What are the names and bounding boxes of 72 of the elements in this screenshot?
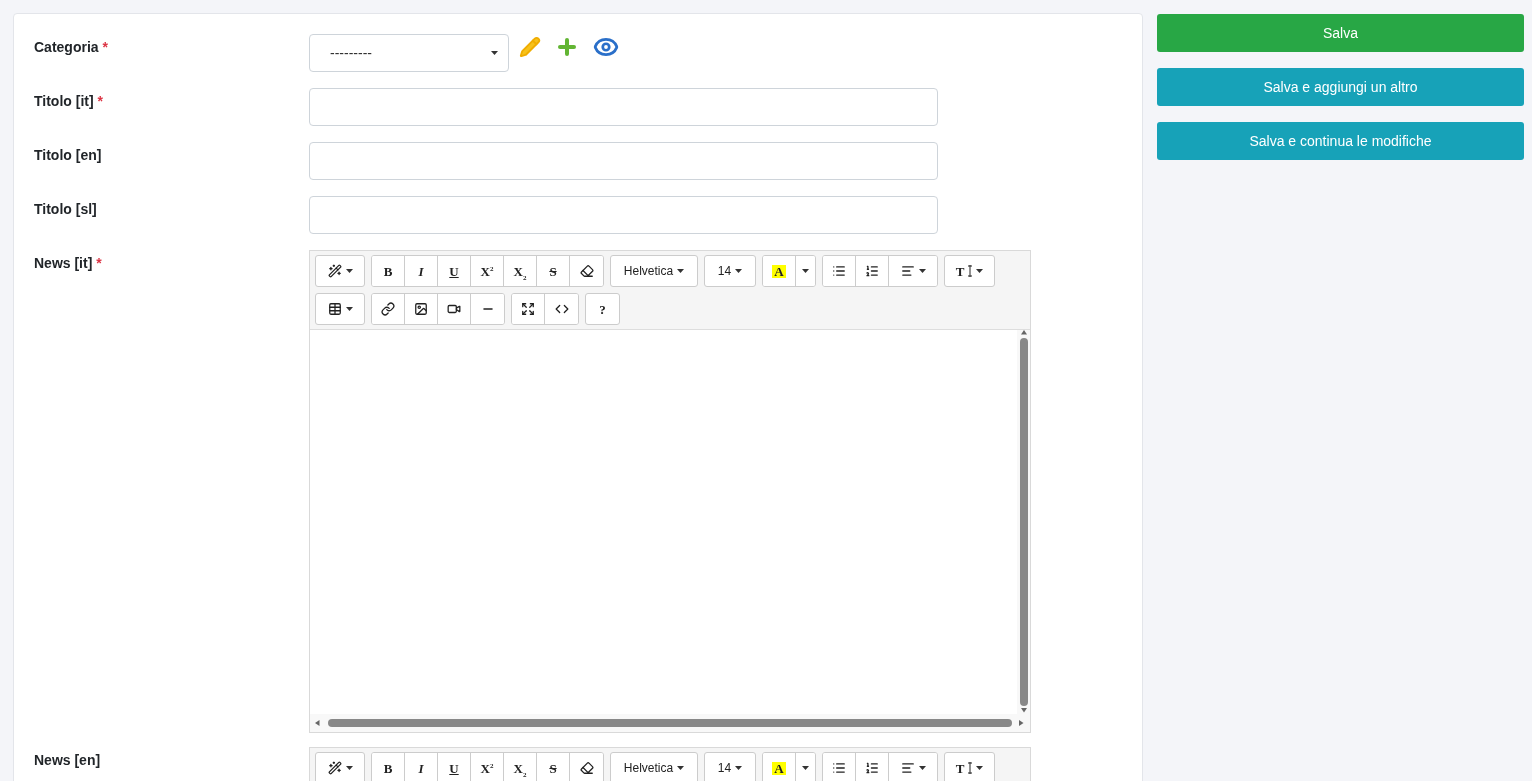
magic-style-button[interactable] (315, 752, 365, 781)
font-family-dropdown[interactable]: Helvetica (610, 255, 698, 287)
caret-icon (802, 269, 809, 273)
caret-icon (345, 269, 353, 273)
caret-icon (976, 766, 984, 770)
caret-icon (345, 766, 353, 770)
code-icon (554, 302, 569, 316)
bullet-list-icon (832, 761, 846, 775)
required-mark: * (96, 255, 102, 271)
input-field[interactable] (309, 196, 938, 234)
eraser-icon (579, 761, 594, 775)
text-color-button[interactable]: A (763, 256, 796, 286)
bold-button[interactable]: B (372, 256, 405, 286)
help-button[interactable]: ? (585, 293, 620, 325)
caret-icon (735, 269, 743, 273)
text-color-button[interactable]: A (763, 753, 796, 781)
required-mark: * (97, 93, 104, 109)
video-icon (447, 302, 461, 316)
line-height-button[interactable]: T (944, 752, 995, 781)
scroll-left-arrow-icon[interactable] (314, 720, 322, 726)
field-label: News [en] (34, 751, 102, 768)
field-label: Titolo [it] * (34, 92, 105, 109)
bullet-list-button[interactable] (823, 753, 856, 781)
field-label: News [it] * (34, 254, 103, 271)
scroll-down-arrow-icon[interactable] (1019, 708, 1028, 714)
fullscreen-button[interactable] (512, 294, 545, 324)
magic-style-button[interactable] (315, 255, 365, 287)
image-icon (414, 302, 428, 316)
caret-icon (976, 269, 984, 273)
font-family-dropdown[interactable]: Helvetica (610, 752, 698, 781)
bullet-list-icon (832, 264, 846, 278)
input-field[interactable] (309, 142, 938, 180)
bold-button[interactable]: B (372, 753, 405, 781)
caret-icon (802, 766, 809, 770)
field-label: Titolo [en] (34, 146, 103, 163)
caret-icon (345, 307, 353, 311)
horizontal-scrollbar[interactable] (310, 714, 1030, 732)
text-height-icon (968, 762, 973, 774)
bullet-list-button[interactable] (823, 256, 856, 286)
eraser-icon (579, 264, 594, 278)
caret-icon (918, 766, 926, 770)
magic-wand-icon (327, 264, 342, 278)
magic-wand-icon (327, 761, 342, 775)
link-icon (381, 302, 395, 316)
table-icon (327, 302, 342, 316)
vertical-scrollbar[interactable] (1017, 330, 1030, 714)
caret-icon (677, 766, 685, 770)
field-label: Titolo [sl] (34, 200, 98, 217)
category-select[interactable]: --------- (309, 34, 509, 72)
align-icon (900, 264, 915, 278)
align-icon (900, 761, 915, 775)
line-height-button[interactable]: T (944, 255, 995, 287)
scroll-right-arrow-icon[interactable] (1018, 720, 1026, 726)
caret-icon (677, 269, 685, 273)
rich-text-editor[interactable]: B I U X$^{2}$ X$_{2}$ S Helvetica 14 A T (309, 747, 1031, 781)
caret-icon (918, 269, 926, 273)
field-label: Categoria * (34, 38, 110, 55)
required-mark: * (102, 39, 109, 55)
font-size-dropdown[interactable]: 14 (704, 752, 756, 781)
caret-icon (491, 51, 498, 55)
scroll-up-arrow-icon[interactable] (1019, 330, 1028, 336)
fullscreen-icon (521, 302, 535, 316)
font-size-dropdown[interactable]: 14 (704, 255, 756, 287)
text-height-icon (968, 265, 973, 277)
caret-icon (735, 766, 743, 770)
rich-text-editor[interactable]: B I U X$^{2}$ X$_{2}$ S Helvetica 14 A T ? (309, 250, 1031, 733)
link-button[interactable] (372, 294, 405, 324)
input-field[interactable] (309, 88, 938, 126)
numbered-list-icon (865, 264, 879, 278)
numbered-list-icon (865, 761, 879, 775)
table-button[interactable] (315, 293, 365, 325)
plus-icon[interactable] (555, 35, 579, 59)
